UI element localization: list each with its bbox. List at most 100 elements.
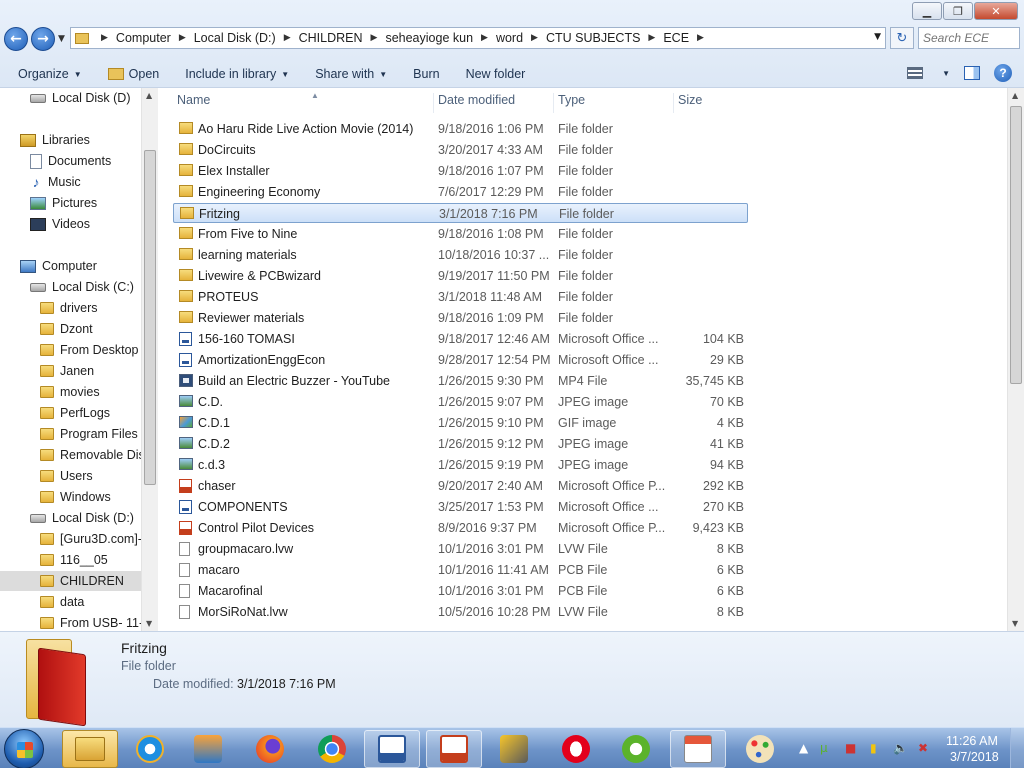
nav-item[interactable]: From Desktop xyxy=(0,340,141,360)
taskbar-winamp[interactable] xyxy=(486,730,542,768)
breadcrumb-ece[interactable]: ECE xyxy=(663,31,689,45)
nav-item[interactable]: Documents xyxy=(0,151,141,171)
nav-item[interactable]: CHILDREN xyxy=(0,571,141,591)
file-row[interactable]: Elex Installer 9/18/2016 1:07 PM File fold… xyxy=(173,161,748,181)
file-row[interactable]: Build an Electric Buzzer - YouTube 1/26/2… xyxy=(173,371,748,391)
chevron-right-icon[interactable]: ▶ xyxy=(371,33,378,43)
nav-item[interactable]: Videos xyxy=(0,214,141,234)
recent-pages-dropdown[interactable]: ▼ xyxy=(58,34,65,44)
scroll-down-icon[interactable]: ▼ xyxy=(146,619,152,628)
taskbar-opera[interactable] xyxy=(548,730,604,768)
file-row[interactable]: groupmacaro.lvw 10/1/2016 3:01 PM LVW File… xyxy=(173,539,748,559)
start-button[interactable] xyxy=(4,729,44,768)
file-row[interactable]: learning materials 10/18/2016 10:37 ... Fi… xyxy=(173,245,748,265)
breadcrumb-children[interactable]: CHILDREN xyxy=(299,31,363,45)
file-row[interactable]: 156-160 TOMASI 9/18/2017 12:46 AM Microsof… xyxy=(173,329,748,349)
search-input[interactable] xyxy=(918,27,1020,49)
help-icon[interactable]: ? xyxy=(994,64,1012,82)
column-name[interactable]: ▲ Name xyxy=(173,91,433,113)
navigation-pane[interactable]: Local Disk (D) Libraries Documents ♪ Music Pi… xyxy=(0,88,158,631)
forward-button[interactable]: → xyxy=(31,27,55,51)
maximize-button[interactable]: ❐ xyxy=(943,2,973,20)
taskbar-firefox[interactable] xyxy=(242,730,298,768)
nav-item[interactable]: data xyxy=(0,592,141,612)
navigation-scrollbar[interactable]: ▲ ▼ xyxy=(141,88,158,631)
new-folder-button[interactable]: New folder xyxy=(466,67,526,81)
file-row[interactable]: DoCircuits 3/20/2017 4:33 AM File folder xyxy=(173,140,748,160)
nav-item[interactable]: Pictures xyxy=(0,193,141,213)
taskbar-word[interactable] xyxy=(364,730,420,768)
breadcrumb-word[interactable]: word xyxy=(496,31,523,45)
nav-item[interactable]: Users xyxy=(0,466,141,486)
breadcrumb-seheayioge-kun[interactable]: seheayioge kun xyxy=(385,31,473,45)
file-row[interactable]: Macarofinal 10/1/2016 3:01 PM PCB File 6 KB xyxy=(173,581,748,601)
file-list[interactable]: ▲ Name Date modified Type Size Ao Haru R… xyxy=(159,88,1007,631)
file-row[interactable]: PROTEUS 3/1/2018 11:48 AM File folder xyxy=(173,287,748,307)
file-list-scrollbar[interactable]: ▲ ▼ xyxy=(1007,88,1024,631)
chevron-right-icon[interactable]: ▶ xyxy=(531,33,538,43)
nav-item[interactable]: 116__05 xyxy=(0,550,141,570)
file-row[interactable]: Livewire & PCBwizard 9/19/2017 11:50 PM Fi… xyxy=(173,266,748,286)
taskbar-media-player[interactable] xyxy=(180,730,236,768)
nav-item[interactable]: Removable Dis xyxy=(0,445,145,465)
taskbar-powerpoint[interactable] xyxy=(426,730,482,768)
scrollbar-thumb[interactable] xyxy=(144,150,156,485)
file-row[interactable]: Reviewer materials 9/18/2016 1:09 PM File … xyxy=(173,308,748,328)
column-size[interactable]: Size xyxy=(673,93,751,113)
file-row[interactable]: Engineering Economy 7/6/2017 12:29 PM File… xyxy=(173,182,748,202)
nav-item[interactable]: movies xyxy=(0,382,141,402)
file-row[interactable]: C.D. 1/26/2015 9:07 PM JPEG image 70 KB xyxy=(173,392,748,412)
caret-down-icon[interactable]: ▼ xyxy=(942,69,950,78)
burn-button[interactable]: Burn xyxy=(413,67,439,81)
file-row[interactable]: MorSiRoNat.lvw 10/5/2016 10:28 PM LVW File… xyxy=(173,602,748,622)
nav-item[interactable]: PerfLogs xyxy=(0,403,141,423)
breadcrumb-local-disk-d[interactable]: Local Disk (D:) xyxy=(194,31,276,45)
file-row[interactable]: c.d.3 1/26/2015 9:19 PM JPEG image 94 KB xyxy=(173,455,748,475)
nav-item[interactable]: Windows xyxy=(0,487,141,507)
file-row[interactable]: C.D.2 1/26/2015 9:12 PM JPEG image 41 KB xyxy=(173,434,748,454)
nav-item[interactable]: Libraries xyxy=(0,130,141,150)
chevron-right-icon[interactable]: ▶ xyxy=(697,33,704,43)
nav-item[interactable]: Dzont xyxy=(0,319,141,339)
file-row[interactable]: Fritzing 3/1/2018 7:16 PM File folder xyxy=(173,203,748,223)
chevron-right-icon[interactable]: ▶ xyxy=(179,33,186,43)
nav-item[interactable]: Program Files ( xyxy=(0,424,145,444)
taskbar-chrome[interactable] xyxy=(304,730,360,768)
file-row[interactable]: COMPONENTS 3/25/2017 1:53 PM Microsoft Off… xyxy=(173,497,748,517)
refresh-button[interactable]: ↻ xyxy=(890,27,914,49)
breadcrumb-ctu-subjects[interactable]: CTU SUBJECTS xyxy=(546,31,640,45)
address-history-dropdown[interactable]: ▼ xyxy=(874,32,881,42)
nav-item[interactable]: ♪ Music xyxy=(0,172,141,192)
file-row[interactable]: Ao Haru Ride Live Action Movie (2014) 9/1… xyxy=(173,119,748,139)
security-tray-icon[interactable]: ■ xyxy=(845,741,856,755)
chevron-right-icon[interactable]: ▶ xyxy=(648,33,655,43)
scrollbar-thumb[interactable] xyxy=(1010,106,1022,384)
utorrent-tray-icon[interactable]: µ xyxy=(820,741,828,755)
column-date-modified[interactable]: Date modified xyxy=(433,93,553,113)
chevron-right-icon[interactable]: ▶ xyxy=(481,33,488,43)
taskbar-explorer[interactable] xyxy=(62,730,118,768)
volume-icon[interactable]: 🔈 xyxy=(893,741,908,755)
taskbar-calendar-app[interactable] xyxy=(670,730,726,768)
breadcrumb-computer[interactable]: Computer xyxy=(116,31,171,45)
file-row[interactable]: macaro 10/1/2016 11:41 AM PCB File 6 KB xyxy=(173,560,748,580)
column-type[interactable]: Type xyxy=(553,93,673,113)
nav-item[interactable]: drivers xyxy=(0,298,141,318)
clock-date[interactable]: 3/7/2018 xyxy=(950,750,999,764)
nav-item[interactable]: Local Disk (D:) xyxy=(0,508,141,528)
scroll-down-icon[interactable]: ▼ xyxy=(1012,619,1018,628)
scroll-up-icon[interactable]: ▲ xyxy=(1012,91,1018,100)
address-bar[interactable]: ▶ Computer ▶ Local Disk (D:) ▶ CHILDREN … xyxy=(70,27,886,49)
file-row[interactable]: From Five to Nine 9/18/2016 1:08 PM File f… xyxy=(173,224,748,244)
show-hidden-icons-icon[interactable]: ▲ xyxy=(799,741,808,755)
file-row[interactable]: C.D.1 1/26/2015 9:10 PM GIF image 4 KB xyxy=(173,413,748,433)
taskbar-paint[interactable] xyxy=(732,730,788,768)
nav-item[interactable]: Local Disk (D) xyxy=(0,88,141,108)
file-row[interactable]: Control Pilot Devices 8/9/2016 9:37 PM Mic… xyxy=(173,518,748,538)
preview-pane-icon[interactable] xyxy=(964,66,980,80)
close-button[interactable]: ✕ xyxy=(974,2,1018,20)
back-button[interactable]: ← xyxy=(4,27,28,51)
nav-item[interactable]: [Guru3D.com]- xyxy=(0,529,142,549)
change-view-icon[interactable] xyxy=(907,67,924,79)
file-row[interactable]: chaser 9/20/2017 2:40 AM Microsoft Office … xyxy=(173,476,748,496)
